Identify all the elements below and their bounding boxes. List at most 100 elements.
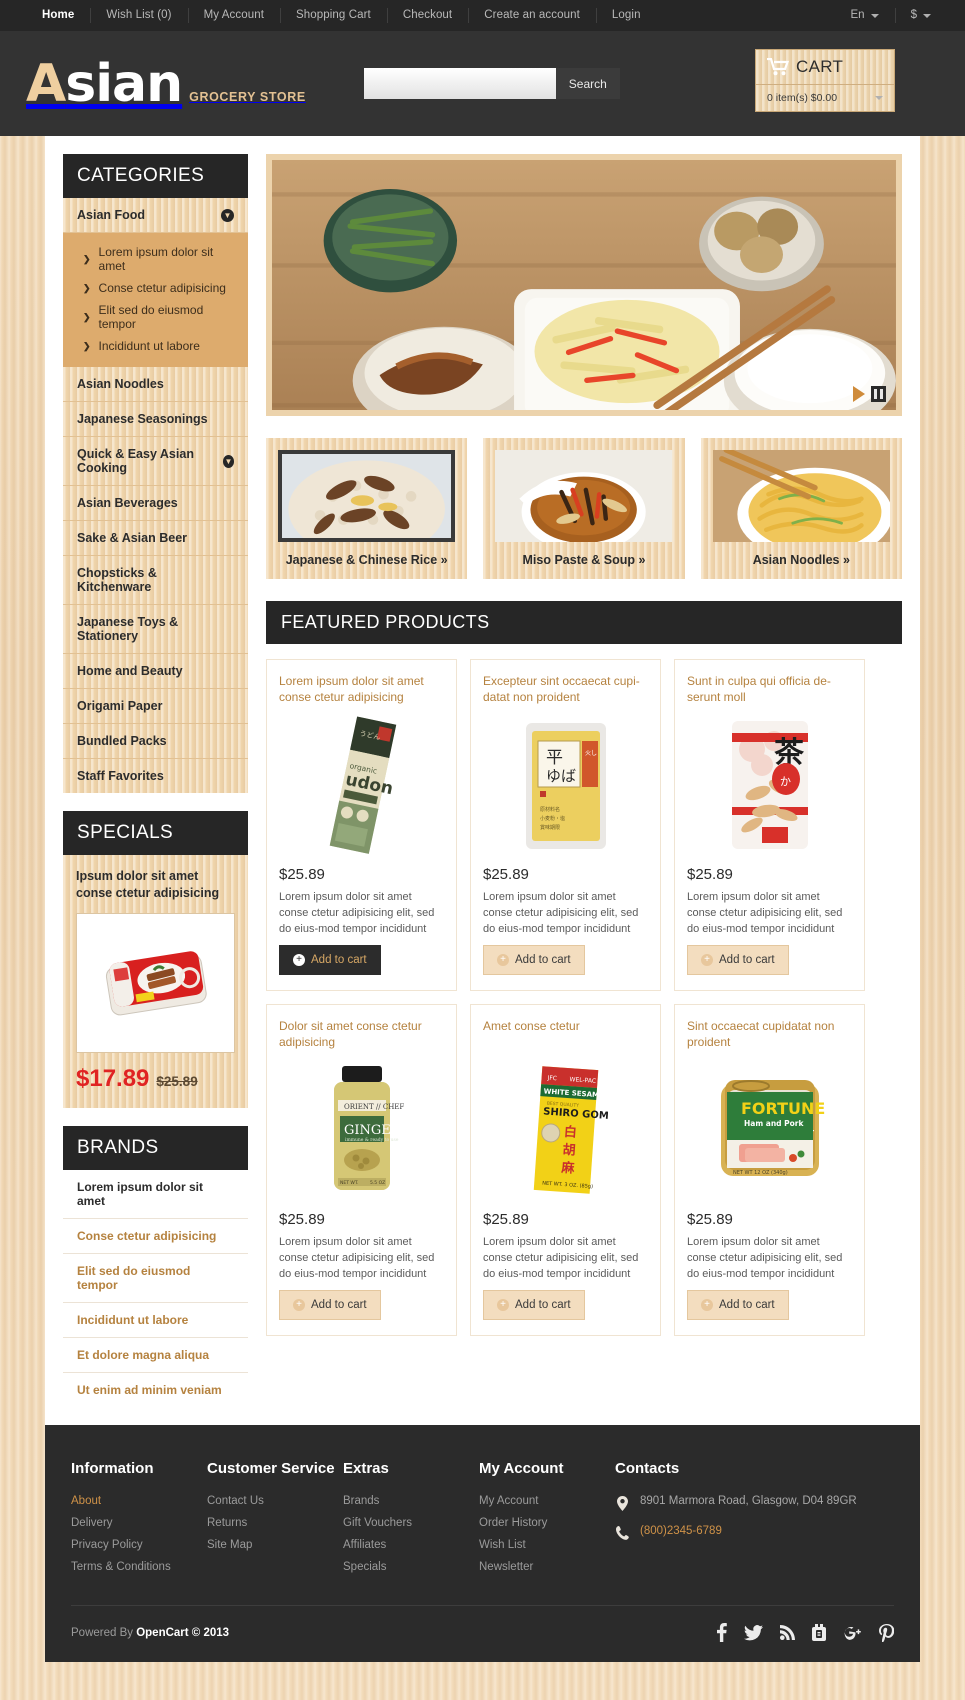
- tile-image[interactable]: [712, 450, 890, 542]
- pause-icon[interactable]: [871, 386, 886, 402]
- product-image[interactable]: 茶 か: [687, 714, 852, 856]
- footer-link-3-0[interactable]: My Account: [479, 1495, 615, 1507]
- footer-link-0-2[interactable]: Privacy Policy: [71, 1539, 207, 1551]
- top-nav-item-3[interactable]: Shopping Cart: [280, 0, 387, 31]
- cart-header[interactable]: CART: [756, 50, 894, 85]
- googleplus-icon[interactable]: [843, 1625, 862, 1641]
- tile-caption[interactable]: Japanese & Chinese Rice »: [278, 542, 455, 579]
- category-item-10[interactable]: Bundled Packs: [63, 724, 248, 759]
- product-name[interactable]: Sunt in culpa qui officia de-serunt moll: [687, 673, 852, 706]
- category-item-2[interactable]: Japanese Seasonings: [63, 402, 248, 437]
- category-item-9[interactable]: Origami Paper: [63, 689, 248, 724]
- add-to-cart-button[interactable]: + Add to cart: [483, 945, 585, 975]
- category-item-1[interactable]: Asian Noodles: [63, 367, 248, 402]
- add-to-cart-button[interactable]: + Add to cart: [279, 945, 381, 975]
- category-item-11[interactable]: Staff Favorites: [63, 759, 248, 793]
- svg-text:ゆば: ゆば: [546, 767, 576, 785]
- add-to-cart-button[interactable]: + Add to cart: [483, 1290, 585, 1320]
- cart-summary-row[interactable]: 0 item(s) $0.00: [756, 85, 894, 111]
- youtube-icon[interactable]: [812, 1624, 826, 1642]
- footer-link-1-0[interactable]: Contact Us: [207, 1495, 343, 1507]
- footer-link-2-3[interactable]: Specials: [343, 1561, 479, 1573]
- tile-caption[interactable]: Miso Paste & Soup »: [495, 542, 672, 579]
- play-icon[interactable]: [853, 386, 865, 402]
- search-button[interactable]: Search: [555, 68, 620, 99]
- product-name[interactable]: Sint occaecat cupidatat non proident: [687, 1018, 852, 1051]
- rss-icon[interactable]: [780, 1625, 795, 1641]
- tile-image[interactable]: [278, 450, 456, 542]
- product-image[interactable]: 平 ゆば 火し 原材料名 小麦粉・塩 賞味期限: [483, 714, 648, 856]
- brand-item-3[interactable]: Incididunt ut labore: [63, 1303, 248, 1338]
- footer-link-2-2[interactable]: Affiliates: [343, 1539, 479, 1551]
- category-item-4[interactable]: Asian Beverages: [63, 486, 248, 521]
- footer-link-0-1[interactable]: Delivery: [71, 1517, 207, 1529]
- subcategory-item-0[interactable]: ❯ Lorem ipsum dolor sit amet: [63, 241, 248, 277]
- category-item-8[interactable]: Home and Beauty: [63, 654, 248, 689]
- footer-link-0-3[interactable]: Terms & Conditions: [71, 1561, 207, 1573]
- slider-controls[interactable]: [853, 386, 886, 402]
- search-input[interactable]: [363, 68, 556, 99]
- hero-slider[interactable]: [266, 154, 902, 416]
- subcategory-item-3[interactable]: ❯ Incididunt ut labore: [63, 335, 248, 357]
- product-image[interactable]: FORTUNE Ham and Pork LUNCHEON MEAT NET W…: [687, 1059, 852, 1201]
- subcategory-label: Incididunt ut labore: [98, 339, 200, 353]
- category-item-5[interactable]: Sake & Asian Beer: [63, 521, 248, 556]
- product-name[interactable]: Amet conse ctetur: [483, 1018, 648, 1051]
- footer-link-1-1[interactable]: Returns: [207, 1517, 343, 1529]
- currency-selector[interactable]: $: [894, 0, 947, 31]
- tile-caption[interactable]: Asian Noodles »: [713, 542, 890, 579]
- footer-link-3-3[interactable]: Newsletter: [479, 1561, 615, 1573]
- brand-item-5[interactable]: Ut enim ad minim veniam: [63, 1373, 248, 1407]
- expand-toggle-icon[interactable]: ▼: [221, 208, 234, 222]
- product-name[interactable]: Lorem ipsum dolor sit amet conse ctetur …: [279, 673, 444, 706]
- brand-item-0[interactable]: Lorem ipsum dolor sit amet: [63, 1170, 248, 1219]
- subcategory-item-2[interactable]: ❯ Elit sed do eiusmod tempor: [63, 299, 248, 335]
- footer-column-title: Customer Service: [207, 1459, 335, 1477]
- add-to-cart-button[interactable]: + Add to cart: [279, 1290, 381, 1320]
- footer-link-2-1[interactable]: Gift Vouchers: [343, 1517, 479, 1529]
- language-selector[interactable]: En: [835, 0, 895, 31]
- product-image[interactable]: WHITE SESAME SEEDS JFC WEL-PAC BEST QUAL…: [483, 1059, 648, 1201]
- category-item-3[interactable]: Quick & Easy Asian Cooking ▼: [63, 437, 248, 486]
- footer-link-3-2[interactable]: Wish List: [479, 1539, 615, 1551]
- plus-icon: +: [701, 1299, 713, 1311]
- pinterest-icon[interactable]: [879, 1623, 894, 1642]
- add-to-cart-button[interactable]: + Add to cart: [687, 1290, 789, 1320]
- facebook-icon[interactable]: [716, 1623, 727, 1643]
- site-footer: Information About Delivery Privacy Policy Te…: [45, 1424, 920, 1663]
- twitter-icon[interactable]: [744, 1624, 763, 1641]
- special-product-name[interactable]: Ipsum dolor sit amet conse ctetur adipis…: [76, 868, 235, 902]
- category-tile-1[interactable]: Miso Paste & Soup »: [483, 438, 685, 579]
- brand-item-2[interactable]: Elit sed do eiusmod tempor: [63, 1254, 248, 1303]
- footer-link-2-0[interactable]: Brands: [343, 1495, 479, 1507]
- product-price: $25.89: [483, 1211, 529, 1228]
- top-nav-item-0[interactable]: Home: [26, 0, 90, 31]
- category-item-0[interactable]: Asian Food ▼: [63, 198, 248, 233]
- cart-widget[interactable]: CART 0 item(s) $0.00: [755, 49, 895, 112]
- category-item-6[interactable]: Chopsticks & Kitchenware: [63, 556, 248, 605]
- category-tile-2[interactable]: Asian Noodles »: [700, 438, 902, 579]
- top-nav-item-1[interactable]: Wish List (0): [90, 0, 187, 31]
- product-image[interactable]: うどん organic udon: [279, 714, 444, 856]
- expand-toggle-icon[interactable]: ▼: [222, 454, 234, 468]
- top-nav-item-2[interactable]: My Account: [188, 0, 280, 31]
- special-product-image[interactable]: [76, 912, 235, 1053]
- brand-item-4[interactable]: Et dolore magna aliqua: [63, 1338, 248, 1373]
- top-nav-item-4[interactable]: Checkout: [387, 0, 468, 31]
- footer-link-3-1[interactable]: Order History: [479, 1517, 615, 1529]
- footer-link-0-0[interactable]: About: [71, 1495, 207, 1507]
- top-nav-item-5[interactable]: Create an account: [468, 0, 596, 31]
- product-name[interactable]: Dolor sit amet conse ctetur adipisicing: [279, 1018, 444, 1051]
- footer-link-1-2[interactable]: Site Map: [207, 1539, 343, 1551]
- tile-image[interactable]: [495, 450, 673, 542]
- top-nav-item-6[interactable]: Login: [596, 0, 657, 31]
- subcategory-item-1[interactable]: ❯ Conse ctetur adipisicing: [63, 277, 248, 299]
- product-image[interactable]: ORIENT // CHEF GINGER immune & ready to …: [279, 1059, 444, 1201]
- product-name[interactable]: Excepteur sint occaecat cupi-datat non p…: [483, 673, 648, 706]
- brand-item-1[interactable]: Conse ctetur adipisicing: [63, 1219, 248, 1254]
- phone-text[interactable]: (800)2345-6789: [640, 1525, 722, 1537]
- add-to-cart-button[interactable]: + Add to cart: [687, 945, 789, 975]
- category-tile-0[interactable]: Japanese & Chinese Rice »: [266, 438, 468, 579]
- site-logo[interactable]: Asian GROCERY STORE: [26, 58, 306, 110]
- category-item-7[interactable]: Japanese Toys & Stationery: [63, 605, 248, 654]
